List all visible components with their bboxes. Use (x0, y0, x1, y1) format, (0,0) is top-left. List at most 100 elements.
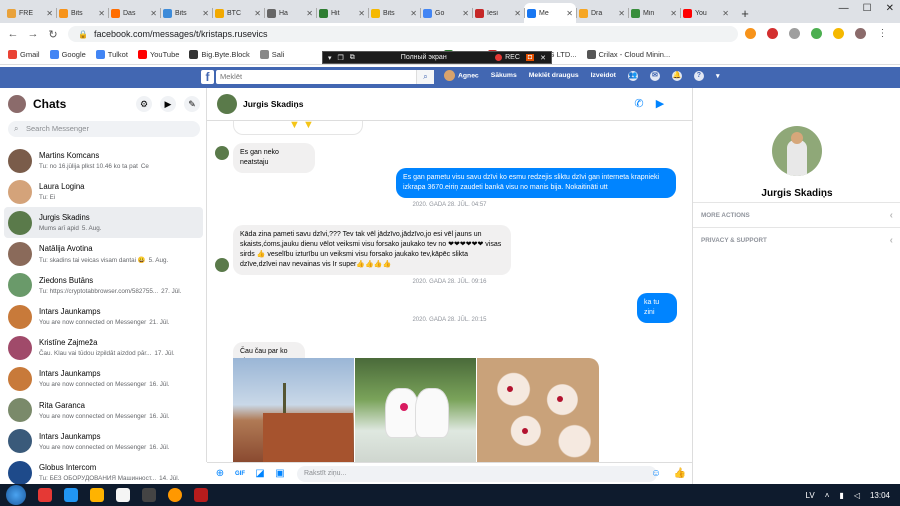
sticker-icon[interactable]: ◪ (253, 467, 267, 481)
maximize-icon[interactable]: ☐ (863, 3, 872, 14)
avatar[interactable] (772, 126, 822, 176)
photo-attachment[interactable] (355, 358, 476, 462)
recorder-icon[interactable] (194, 488, 208, 502)
notifications-icon[interactable]: 🔔 (671, 70, 682, 81)
menu-icon[interactable]: ⋮ (877, 28, 888, 39)
search-messenger-input[interactable]: ⌕ Search Messenger (8, 121, 200, 137)
browser-tab[interactable]: FRE ✕ (4, 3, 56, 23)
conversation-item[interactable]: Intars Jaunkamps You are now connected on… (4, 426, 203, 457)
language-indicator[interactable]: LV (806, 491, 815, 500)
browser-tab[interactable]: Dra ✕ (576, 3, 628, 23)
star-icon[interactable] (833, 28, 844, 39)
gear-icon[interactable]: ⚙ (136, 96, 152, 112)
nav-profile[interactable]: Agnес (444, 70, 479, 81)
friend-requests-icon[interactable]: 👥 (627, 70, 638, 81)
close-tab-icon[interactable]: ✕ (150, 9, 157, 18)
fullscreen-label[interactable]: Полный экран (401, 54, 447, 61)
video-call-icon[interactable]: ▶ (652, 96, 668, 112)
close-tab-icon[interactable]: ✕ (566, 9, 573, 18)
bookmark-item[interactable]: Google (49, 50, 86, 59)
bookmark-item[interactable]: Gmail (8, 50, 40, 59)
chat-contact-name[interactable]: Jurgis Skadiņs (243, 99, 303, 109)
clock[interactable]: 13:04 (870, 491, 890, 500)
bookmark-item[interactable]: YouTube (137, 50, 179, 59)
close-tab-icon[interactable]: ✕ (306, 9, 313, 18)
crop-icon[interactable]: ⧉ (350, 54, 355, 62)
facebook-search-input[interactable]: Meklēt ⌕ (216, 70, 434, 84)
browser-tab[interactable]: Hit ✕ (316, 3, 368, 23)
new-tab-icon[interactable]: + (736, 5, 754, 23)
bookmark-item[interactable]: Sali (259, 50, 284, 59)
conversation-item[interactable]: Jurgis Skadins Mums arī apid 5. Aug. (4, 207, 203, 239)
browser-tab[interactable]: Me ✕ (524, 3, 576, 23)
chevron-down-icon[interactable]: ▾ (328, 54, 332, 62)
facebook-logo-icon[interactable]: f (201, 70, 214, 84)
folder-icon[interactable] (90, 488, 104, 502)
reload-icon[interactable]: ↻ (46, 28, 60, 41)
back-icon[interactable]: ← (6, 28, 20, 40)
close-tab-icon[interactable]: ✕ (202, 9, 209, 18)
photo-attachment[interactable] (233, 358, 354, 462)
close-tab-icon[interactable]: ✕ (722, 9, 729, 18)
browser-tab[interactable]: Bits ✕ (160, 3, 212, 23)
nav-create[interactable]: Izveidot (591, 72, 616, 79)
close-tab-icon[interactable]: ✕ (254, 9, 261, 18)
photo-attachment[interactable] (477, 358, 599, 462)
close-tab-icon[interactable]: ✕ (98, 9, 105, 18)
app-icon[interactable] (38, 488, 52, 502)
chevron-up-icon[interactable]: ˄ (825, 491, 830, 500)
messenger-icon[interactable]: ✉ (649, 70, 660, 81)
bookmark-item[interactable]: Tulkot (95, 50, 128, 59)
browser-tab[interactable]: Go ✕ (420, 3, 472, 23)
network-icon[interactable]: ▮ (839, 491, 843, 500)
browser-tab[interactable]: Das ✕ (108, 3, 160, 23)
more-actions-section[interactable]: MORE ACTIONS ‹ (693, 202, 900, 227)
plus-icon[interactable]: ⊕ (213, 467, 227, 481)
conversation-item[interactable]: Intars Jaunkamps You are now connected on… (4, 301, 203, 332)
bookmark-item[interactable]: Big.Byte.Block (189, 50, 250, 59)
extension-icon[interactable] (745, 28, 756, 39)
app-icon[interactable] (116, 488, 130, 502)
video-call-icon[interactable]: ▶ (160, 96, 176, 112)
video-recorder-bar[interactable]: ▾ ❐ ⧉ Полный экран REC ◘ ✕ (322, 51, 552, 64)
conversation-item[interactable]: Martins Komcans Tu: no 16.jūlija plkst 10… (4, 145, 203, 176)
browser-tab[interactable]: BTC ✕ (212, 3, 264, 23)
conversation-item[interactable]: Natālija Avotina Tu: skadins tai veicas v… (4, 239, 203, 270)
record-button[interactable]: REC (495, 54, 520, 61)
window-icon[interactable]: ❐ (338, 54, 344, 62)
close-tab-icon[interactable]: ✕ (514, 9, 521, 18)
start-button[interactable] (6, 485, 26, 505)
avatar[interactable] (217, 94, 237, 114)
bookmark-item[interactable]: Crilax - Cloud Minin... (586, 50, 670, 59)
browser-tab[interactable]: Ha ✕ (264, 3, 316, 23)
close-tab-icon[interactable]: ✕ (46, 9, 53, 18)
phone-icon[interactable]: ✆ (631, 96, 647, 112)
conversation-item[interactable]: Intars Jaunkamps You are now connected on… (4, 363, 203, 394)
thumbs-up-icon[interactable]: 👍 (673, 467, 687, 481)
app-icon[interactable] (64, 488, 78, 502)
search-icon[interactable] (789, 28, 800, 39)
extension-icon[interactable] (767, 28, 778, 39)
url-bar[interactable]: 🔒 facebook.com/messages/t/kristaps.rusev… (68, 26, 738, 42)
search-icon[interactable]: ⌕ (416, 70, 434, 84)
browser-tab[interactable]: Bits ✕ (368, 3, 420, 23)
conversation-item[interactable]: Ziedons Butāns Tu: https://cryptotabbrows… (4, 270, 203, 301)
close-tab-icon[interactable]: ✕ (358, 9, 365, 18)
close-tab-icon[interactable]: ✕ (618, 9, 625, 18)
gif-icon[interactable]: GIF (233, 467, 247, 481)
conversation-item[interactable]: Rita Garanca You are now connected on Mes… (4, 395, 203, 426)
conversation-item[interactable]: Kristīne Zajmeža Čau. Klau vai tūdou izpi… (4, 332, 203, 363)
forward-icon[interactable]: → (26, 28, 40, 40)
browser-icon[interactable] (168, 488, 182, 502)
compose-icon[interactable]: ✎ (184, 96, 200, 112)
avatar[interactable] (8, 95, 26, 113)
help-icon[interactable]: ? (693, 70, 704, 81)
close-icon[interactable]: ✕ (540, 54, 546, 62)
close-tab-icon[interactable]: ✕ (670, 9, 677, 18)
account-menu-icon[interactable]: ▾ (716, 72, 720, 80)
profile-avatar[interactable] (855, 28, 866, 39)
extension-icon[interactable] (811, 28, 822, 39)
close-tab-icon[interactable]: ✕ (462, 9, 469, 18)
image-icon[interactable]: ▣ (273, 467, 287, 481)
close-tab-icon[interactable]: ✕ (410, 9, 417, 18)
